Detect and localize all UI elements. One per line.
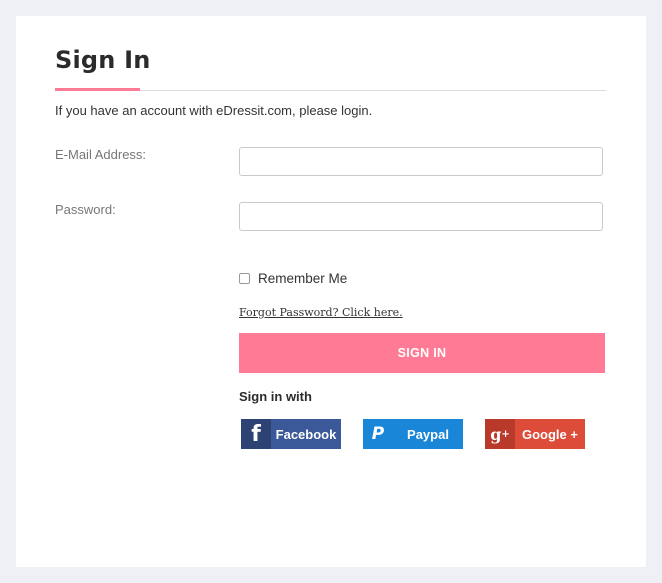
remember-me[interactable]: Remember Me [239, 271, 347, 286]
paypal-icon: P [371, 424, 385, 444]
signin-with-heading: Sign in with [239, 389, 312, 404]
email-field[interactable] [239, 147, 603, 176]
paypal-button[interactable]: P Paypal [363, 419, 463, 449]
password-field[interactable] [239, 202, 603, 231]
signin-button[interactable]: SIGN IN [239, 333, 605, 373]
facebook-icon: f [241, 419, 271, 449]
google-plus-icon: g + [485, 419, 515, 449]
password-label: Password: [55, 202, 116, 217]
signin-card: Sign In If you have an account with eDre… [16, 16, 646, 567]
google-plus-button[interactable]: g + Google + [485, 419, 585, 449]
facebook-button[interactable]: f Facebook [241, 419, 341, 449]
paypal-label: Paypal [407, 426, 449, 442]
page-title: Sign In [55, 46, 151, 74]
title-accent-bar [55, 88, 140, 91]
email-label: E-Mail Address: [55, 147, 147, 162]
facebook-label: Facebook [275, 426, 337, 442]
google-label: Google + [522, 426, 578, 442]
remember-checkbox[interactable] [239, 273, 250, 284]
intro-text: If you have an account with eDressit.com… [55, 103, 373, 118]
forgot-password-link[interactable]: Forgot Password? Click here. [239, 306, 403, 319]
remember-label: Remember Me [258, 271, 348, 286]
